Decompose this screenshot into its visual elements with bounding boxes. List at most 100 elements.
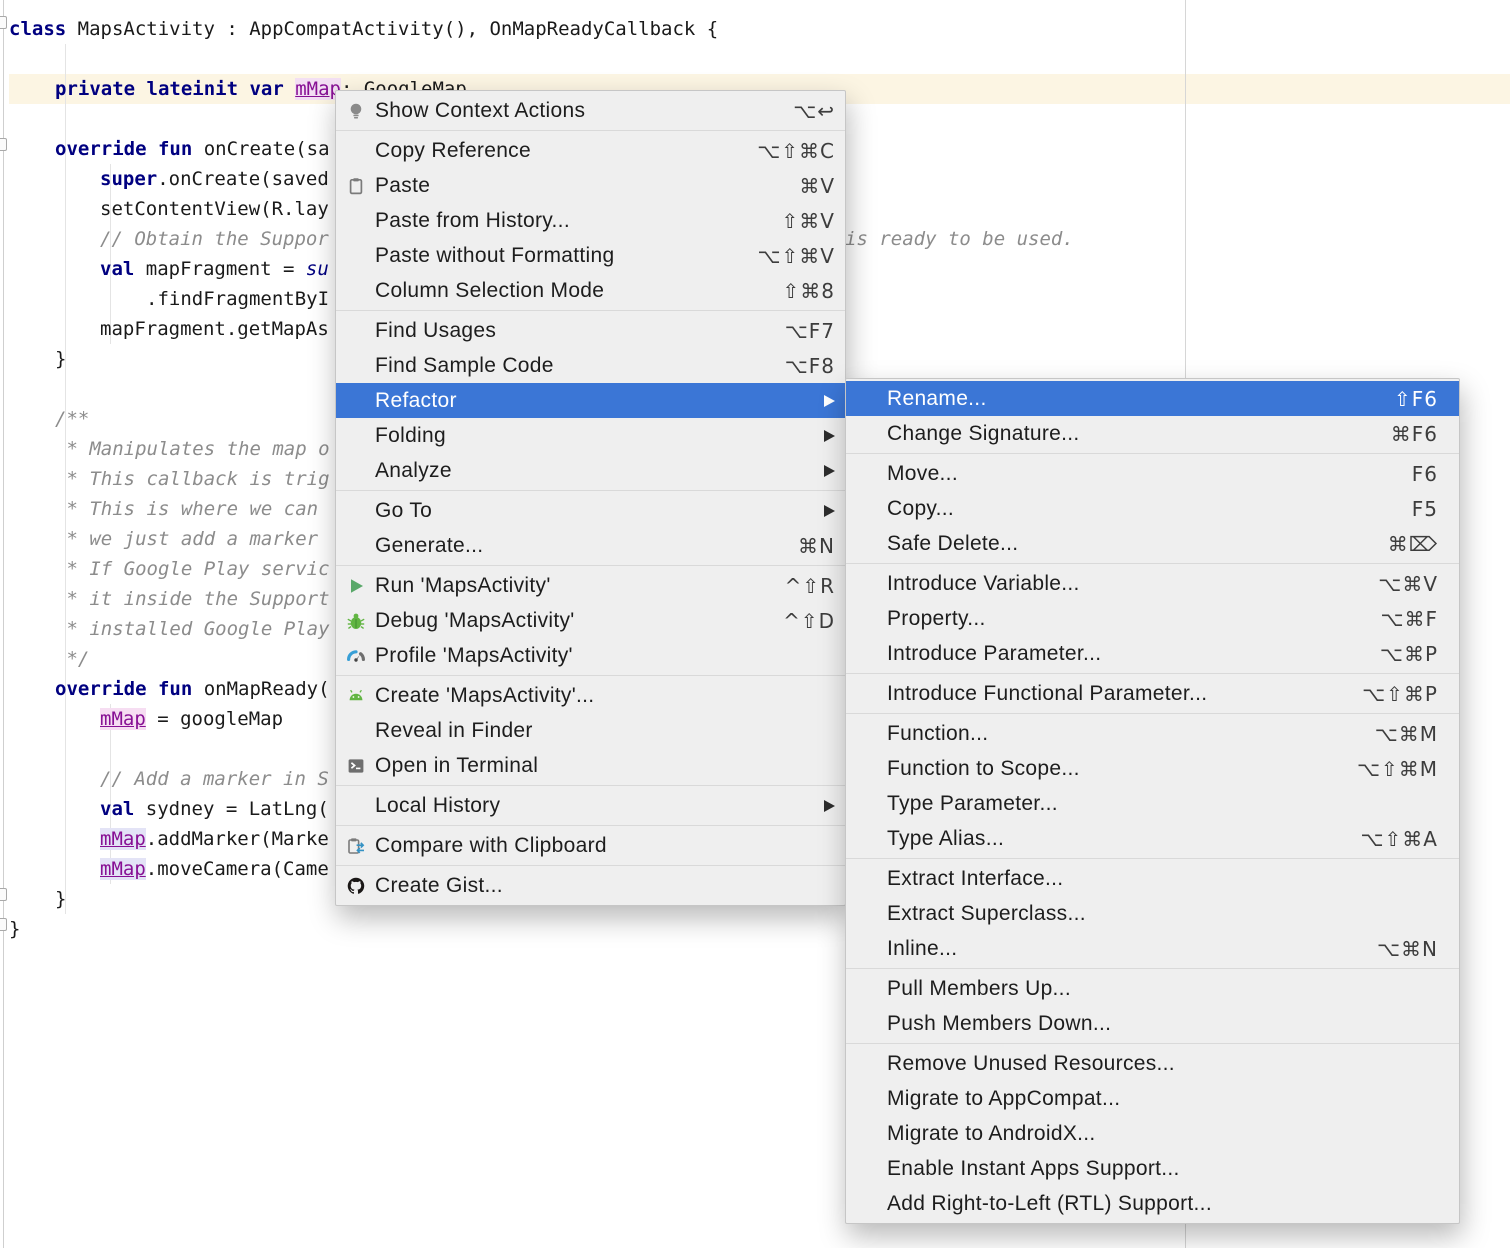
menu-item-label: Open in Terminal — [375, 754, 835, 778]
menu-item-copy[interactable]: Copy...F5 — [846, 491, 1459, 526]
menu-item-show-context-actions[interactable]: Show Context Actions⌥↩ — [336, 93, 845, 128]
keyword-token: override fun — [55, 678, 192, 700]
menu-item-function[interactable]: Function...⌥⌘M — [846, 716, 1459, 751]
menu-item-compare-with-clipboard[interactable]: Compare with Clipboard — [336, 828, 845, 863]
menu-item-refactor[interactable]: Refactor — [336, 383, 845, 418]
menu-item-shortcut: ⌥⇧⌘M — [1357, 757, 1438, 781]
menu-item-safe-delete[interactable]: Safe Delete...⌘⌦ — [846, 526, 1459, 561]
menu-item-generate[interactable]: Generate...⌘N — [336, 528, 845, 563]
menu-item-go-to[interactable]: Go To — [336, 493, 845, 528]
menu-item-shortcut: ⌥⌘V — [1378, 572, 1438, 596]
code-line: // Add a marker in S — [100, 764, 329, 794]
menu-item-debug-mapsactivity[interactable]: Debug 'MapsActivity'^⇧D — [336, 603, 845, 638]
code-token: .moveCamera(Came — [146, 858, 329, 880]
code-line: mapFragment.getMapAs — [100, 314, 329, 344]
menu-item-extract-superclass[interactable]: Extract Superclass... — [846, 896, 1459, 931]
menu-item-label: Rename... — [887, 387, 1376, 411]
menu-item-create-gist[interactable]: Create Gist... — [336, 868, 845, 903]
menu-item-paste[interactable]: Paste⌘V — [336, 168, 845, 203]
mmap-token: mMap — [100, 858, 146, 880]
menu-item-push-members-down[interactable]: Push Members Down... — [846, 1006, 1459, 1041]
code-token: MapsActivity : AppCompatActivity(), OnMa… — [66, 18, 718, 40]
diff-clipboard-icon — [343, 835, 369, 857]
keyword-token: override fun — [55, 138, 192, 160]
menu-item-function-to-scope[interactable]: Function to Scope...⌥⇧⌘M — [846, 751, 1459, 786]
menu-item-label: Run 'MapsActivity' — [375, 574, 767, 598]
menu-separator — [846, 858, 1459, 859]
menu-item-reveal-in-finder[interactable]: Reveal in Finder — [336, 713, 845, 748]
keyword-token: val — [100, 798, 134, 820]
code-line: * This is where we can — [55, 494, 330, 524]
menu-separator — [846, 563, 1459, 564]
fold-marker[interactable] — [0, 16, 7, 29]
menu-item-shortcut: ⌥↩ — [793, 99, 835, 123]
menu-item-extract-interface[interactable]: Extract Interface... — [846, 861, 1459, 896]
menu-item-local-history[interactable]: Local History — [336, 788, 845, 823]
menu-item-shortcut: ^⇧D — [783, 609, 835, 633]
menu-item-column-selection-mode[interactable]: Column Selection Mode⇧⌘8 — [336, 273, 845, 308]
menu-item-remove-unused-resources[interactable]: Remove Unused Resources... — [846, 1046, 1459, 1081]
paste-icon — [343, 175, 369, 197]
menu-item-enable-instant-apps-support[interactable]: Enable Instant Apps Support... — [846, 1151, 1459, 1186]
menu-item-folding[interactable]: Folding — [336, 418, 845, 453]
menu-item-move[interactable]: Move...F6 — [846, 456, 1459, 491]
menu-item-label: Find Sample Code — [375, 354, 767, 378]
icon-spacer — [343, 390, 369, 412]
fold-marker[interactable] — [0, 138, 7, 151]
menu-item-create-mapsactivity[interactable]: Create 'MapsActivity'... — [336, 678, 845, 713]
menu-separator — [336, 825, 845, 826]
menu-item-shortcut: ⌥⇧⌘P — [1362, 682, 1438, 706]
menu-item-analyze[interactable]: Analyze — [336, 453, 845, 488]
menu-item-shortcut: ⌥⇧⌘A — [1361, 827, 1439, 851]
code-line: } — [55, 884, 66, 914]
fold-marker[interactable] — [0, 888, 7, 901]
menu-item-shortcut: ⌥⌘M — [1375, 722, 1438, 746]
menu-item-property[interactable]: Property...⌥⌘F — [846, 601, 1459, 636]
submenu-arrow-icon — [824, 505, 835, 517]
menu-item-label: Generate... — [375, 534, 780, 558]
code-token: mapFragment = — [134, 258, 306, 280]
menu-item-label: Find Usages — [375, 319, 767, 343]
menu-item-migrate-to-appcompat[interactable]: Migrate to AppCompat... — [846, 1081, 1459, 1116]
menu-separator — [846, 968, 1459, 969]
menu-item-pull-members-up[interactable]: Pull Members Up... — [846, 971, 1459, 1006]
menu-item-migrate-to-androidx[interactable]: Migrate to AndroidX... — [846, 1116, 1459, 1151]
menu-item-find-sample-code[interactable]: Find Sample Code ⌥F8 — [336, 348, 845, 383]
menu-item-introduce-variable[interactable]: Introduce Variable...⌥⌘V — [846, 566, 1459, 601]
code-token: * we just add a marker — [55, 528, 330, 550]
menu-item-label: Column Selection Mode — [375, 279, 765, 303]
icon-spacer — [343, 460, 369, 482]
menu-item-find-usages[interactable]: Find Usages⌥F7 — [336, 313, 845, 348]
code-line: .findFragmentByI — [146, 284, 329, 314]
menu-item-inline[interactable]: Inline...⌥⌘N — [846, 931, 1459, 966]
code-token: .addMarker(Marke — [146, 828, 329, 850]
menu-item-add-right-to-left-rtl-support[interactable]: Add Right-to-Left (RTL) Support... — [846, 1186, 1459, 1221]
menu-item-rename[interactable]: Rename...⇧F6 — [846, 381, 1459, 416]
code-token: onMapReady( — [192, 678, 329, 700]
code-token: */ — [55, 648, 89, 670]
menu-item-paste-without-formatting[interactable]: Paste without Formatting⌥⇧⌘V — [336, 238, 845, 273]
menu-item-paste-from-history[interactable]: Paste from History...⇧⌘V — [336, 203, 845, 238]
menu-item-label: Add Right-to-Left (RTL) Support... — [887, 1192, 1438, 1216]
keyword-token: super — [100, 168, 157, 190]
code-line: super.onCreate(saved — [100, 164, 329, 194]
menu-item-run-mapsactivity[interactable]: Run 'MapsActivity'^⇧R — [336, 568, 845, 603]
menu-item-label: Create Gist... — [375, 874, 835, 898]
menu-item-introduce-functional-parameter[interactable]: Introduce Functional Parameter...⌥⇧⌘P — [846, 676, 1459, 711]
menu-item-open-in-terminal[interactable]: Open in Terminal — [336, 748, 845, 783]
menu-item-shortcut: ⇧⌘V — [782, 209, 835, 233]
menu-item-introduce-parameter[interactable]: Introduce Parameter...⌥⌘P — [846, 636, 1459, 671]
fold-marker[interactable] — [0, 918, 7, 931]
code-line: mMap.moveCamera(Came — [100, 854, 329, 884]
menu-item-profile-mapsactivity[interactable]: Profile 'MapsActivity' — [336, 638, 845, 673]
menu-item-label: Paste — [375, 174, 781, 198]
menu-item-copy-reference[interactable]: Copy Reference⌥⇧⌘C — [336, 133, 845, 168]
menu-item-label: Folding — [375, 424, 812, 448]
debug-icon — [343, 610, 369, 632]
menu-item-change-signature[interactable]: Change Signature...⌘F6 — [846, 416, 1459, 451]
menu-item-shortcut: ⌥F8 — [785, 354, 835, 378]
menu-separator — [846, 1043, 1459, 1044]
menu-item-type-parameter[interactable]: Type Parameter... — [846, 786, 1459, 821]
menu-item-type-alias[interactable]: Type Alias...⌥⇧⌘A — [846, 821, 1459, 856]
icon-spacer — [343, 425, 369, 447]
